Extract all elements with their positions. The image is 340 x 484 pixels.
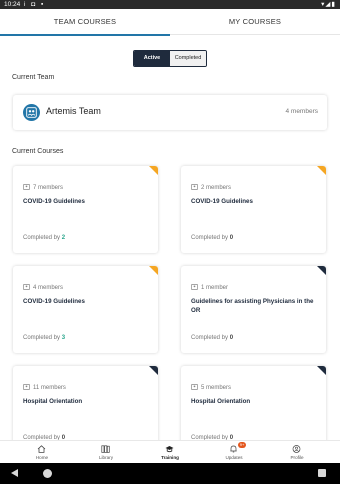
home-icon	[37, 445, 46, 453]
updates-badge: 9+	[238, 442, 246, 448]
members-icon	[23, 184, 30, 192]
course-member-count: 1 member	[201, 285, 229, 291]
course-card[interactable]: 11 members Hospital Orientation Complete…	[13, 366, 158, 440]
status-bar: 10:24 i ◘ ▪ ▾◢▮	[0, 0, 340, 9]
course-member-count: 5 members	[201, 385, 232, 391]
course-status-corner	[149, 166, 158, 175]
completed-by-label: Completed by	[191, 235, 229, 241]
course-title: Hospital Orientation	[191, 398, 251, 405]
signal-battery-icons: ▾◢▮	[321, 1, 336, 8]
nav-training-label: Training	[161, 455, 179, 460]
graduation-cap-icon	[165, 446, 174, 453]
members-icon	[23, 284, 30, 292]
team-card[interactable]: Artemis Team 4 members	[13, 95, 327, 130]
nav-home-label: Home	[35, 455, 49, 460]
completed-by-label: Completed by	[191, 335, 229, 341]
profile-icon	[292, 445, 301, 453]
members-icon	[23, 384, 30, 392]
members-icon	[191, 184, 198, 192]
course-tabs: TEAM COURSES MY COURSES	[0, 9, 340, 36]
filter-completed-button[interactable]: Completed	[170, 51, 206, 66]
status-time: 10:24	[4, 1, 21, 8]
course-title: COVID-19 Guidelines	[191, 198, 253, 205]
status-filter-toggle: Active Completed	[133, 50, 207, 67]
system-nav-bar	[0, 463, 340, 484]
course-title: COVID-19 Guidelines	[23, 298, 85, 305]
nav-profile-label: Profile	[290, 455, 304, 460]
course-member-count: 7 members	[33, 185, 64, 191]
members-icon	[191, 284, 198, 292]
nav-training[interactable]: Training	[140, 441, 200, 464]
team-icon	[23, 104, 40, 121]
team-member-count: 4 members	[285, 108, 318, 115]
nav-updates[interactable]: 9+ Updates	[204, 441, 264, 464]
current-team-heading: Current Team	[12, 74, 55, 81]
members-icon	[191, 384, 198, 392]
recent-apps-icon[interactable]	[318, 469, 326, 477]
completed-count: 2	[61, 235, 66, 241]
team-name: Artemis Team	[46, 106, 101, 116]
bottom-nav: Home Library Training 9+ Updates Profile	[0, 440, 340, 463]
course-card[interactable]: 2 members COVID-19 Guidelines Completed …	[181, 166, 326, 253]
course-status-corner	[149, 366, 158, 375]
completed-by-label: Completed by	[23, 235, 61, 241]
course-card[interactable]: 1 member Guidelines for assisting Physic…	[181, 266, 326, 353]
course-card[interactable]: 5 members Hospital Orientation Completed…	[181, 366, 326, 440]
courses-scroll-area[interactable]: 7 members COVID-19 Guidelines Completed …	[0, 162, 340, 440]
course-card[interactable]: 4 members COVID-19 Guidelines Completed …	[13, 266, 158, 353]
tab-team-courses[interactable]: TEAM COURSES	[0, 9, 170, 36]
notification-icons: i ◘ ▪	[24, 1, 46, 8]
completed-count: 3	[61, 335, 66, 341]
filter-active-button[interactable]: Active	[134, 51, 170, 66]
bell-icon	[230, 445, 237, 453]
course-title: Hospital Orientation	[23, 398, 83, 405]
nav-updates-label: Updates	[225, 455, 243, 460]
nav-library-label: Library	[98, 455, 114, 460]
course-status-corner	[317, 166, 326, 175]
course-title: COVID-19 Guidelines	[23, 198, 85, 205]
course-member-count: 2 members	[201, 185, 232, 191]
completed-count: 0	[229, 235, 234, 241]
course-status-corner	[317, 366, 326, 375]
course-member-count: 11 members	[33, 385, 66, 391]
nav-home[interactable]: Home	[12, 441, 72, 464]
course-card[interactable]: 7 members COVID-19 Guidelines Completed …	[13, 166, 158, 253]
nav-library[interactable]: Library	[76, 441, 136, 464]
library-icon	[101, 445, 110, 453]
course-member-count: 4 members	[33, 285, 64, 291]
nav-profile[interactable]: Profile	[267, 441, 327, 464]
tab-my-courses[interactable]: MY COURSES	[170, 9, 340, 35]
current-courses-heading: Current Courses	[12, 148, 64, 155]
completed-by-label: Completed by	[23, 335, 61, 341]
completed-count: 0	[229, 335, 234, 341]
home-circle-icon[interactable]	[43, 469, 52, 478]
course-status-corner	[149, 266, 158, 275]
course-status-corner	[317, 266, 326, 275]
course-title: Guidelines for assisting Physicians in t…	[191, 298, 314, 314]
back-icon[interactable]	[11, 469, 18, 477]
